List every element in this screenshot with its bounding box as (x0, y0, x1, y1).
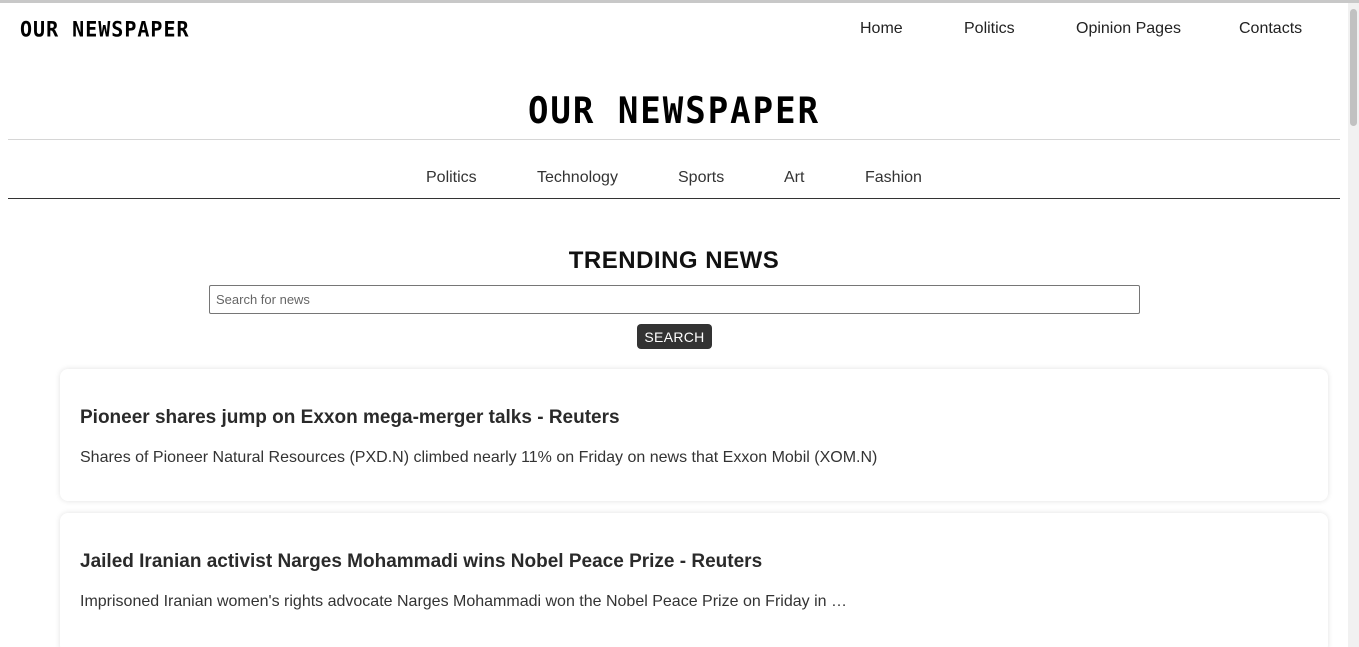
category-link-technology[interactable]: Technology (537, 169, 618, 187)
top-navigation: OUR NEWSPAPER Home Politics Opinion Page… (0, 3, 1348, 55)
news-card-description: Imprisoned Iranian women's rights advoca… (80, 593, 847, 610)
masthead-logo: OUR NEWSPAPER (527, 89, 821, 133)
nav-link-opinion-pages[interactable]: Opinion Pages (1076, 20, 1181, 38)
nav-link-home[interactable]: Home (860, 20, 903, 38)
news-card-title[interactable]: Jailed Iranian activist Narges Mohammadi… (80, 551, 762, 573)
category-link-politics[interactable]: Politics (426, 169, 477, 187)
masthead-divider (8, 139, 1340, 140)
page: OUR NEWSPAPER Home Politics Opinion Page… (0, 3, 1348, 647)
nav-link-contacts[interactable]: Contacts (1239, 20, 1302, 38)
top-nav-links: Home Politics Opinion Pages Contacts (0, 20, 1348, 40)
news-card[interactable]: Pioneer shares jump on Exxon mega-merger… (60, 369, 1328, 501)
search-button[interactable]: SEARCH (637, 324, 712, 349)
search-input[interactable] (209, 285, 1140, 314)
nav-link-politics[interactable]: Politics (964, 20, 1015, 38)
category-navigation: Politics Technology Sports Art Fashion (0, 169, 1348, 191)
category-link-sports[interactable]: Sports (678, 169, 724, 187)
category-divider (8, 198, 1340, 199)
news-card-title[interactable]: Pioneer shares jump on Exxon mega-merger… (80, 407, 620, 429)
news-card-description: Shares of Pioneer Natural Resources (PXD… (80, 449, 878, 466)
category-link-fashion[interactable]: Fashion (865, 169, 922, 187)
vertical-scrollbar[interactable] (1348, 3, 1359, 647)
news-card[interactable]: Jailed Iranian activist Narges Mohammadi… (60, 513, 1328, 647)
browser-viewport: OUR NEWSPAPER Home Politics Opinion Page… (0, 0, 1359, 647)
category-link-art[interactable]: Art (784, 169, 804, 187)
scrollbar-thumb[interactable] (1350, 9, 1357, 126)
trending-news-heading: TRENDING NEWS (568, 247, 780, 274)
masthead: OUR NEWSPAPER (0, 89, 1348, 133)
